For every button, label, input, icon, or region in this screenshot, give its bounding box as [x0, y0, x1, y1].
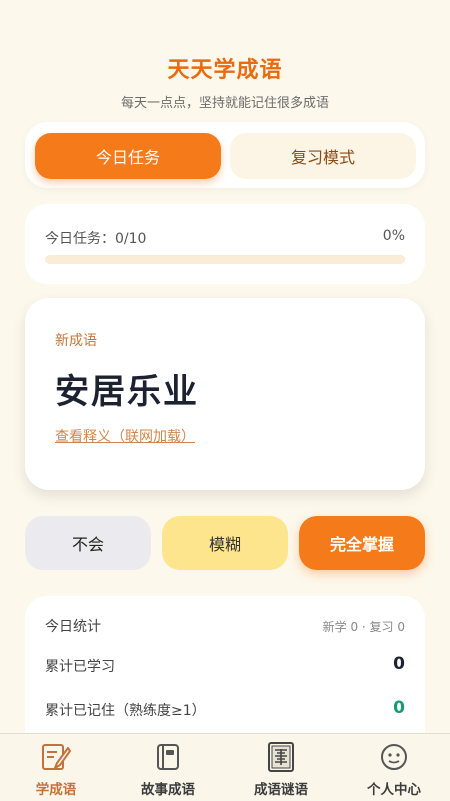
progress-card: 今日任务：0/10 0% [25, 204, 425, 284]
progress-bar [45, 255, 405, 264]
progress-label: 今日任务：0/10 [45, 231, 147, 247]
new-idiom-tag: 新成语 [55, 333, 97, 349]
idiom-text: 安居乐业 [55, 372, 199, 412]
bottom-tab-bar: 学成语 故事成语 成语谜语 个人中心 [0, 733, 450, 801]
app-title: 天天学成语 [167, 58, 283, 83]
progress-percent: 0% [382, 228, 405, 244]
idiom-card: 新成语 安居乐业 查看释义（联网加载） [25, 298, 425, 490]
tab-idiom-riddles[interactable]: 成语谜语 [225, 734, 337, 801]
stats-summary: 新学 0 · 复习 0 [322, 620, 405, 634]
stats-learned-value: 0 [393, 654, 405, 674]
review-mode-tab[interactable]: 复习模式 [230, 133, 416, 179]
mode-switcher: 今日任务 复习模式 [25, 122, 425, 188]
stats-learned-label: 累计已学习 [45, 659, 115, 675]
app-subtitle: 每天一点点，坚持就能记住很多成语 [120, 96, 329, 111]
tab-story-idioms-label: 故事成语 [141, 782, 195, 798]
today-task-tab[interactable]: 今日任务 [35, 133, 221, 179]
tab-learn-idioms[interactable]: 学成语 [0, 734, 112, 801]
smiley-face-icon [381, 744, 407, 770]
book-icon [157, 744, 179, 770]
stats-card: 今日统计 新学 0 · 复习 0 累计已学习 0 累计已记住（熟练度≥1） 0 [25, 596, 425, 756]
header: 天天学成语 每天一点点，坚持就能记住很多成语 [0, 52, 450, 111]
pencil-note-icon [42, 744, 71, 770]
view-meaning-link[interactable]: 查看释义（联网加载） [55, 426, 195, 446]
tab-profile-label: 个人中心 [367, 782, 421, 798]
tab-profile[interactable]: 个人中心 [338, 734, 450, 801]
dont-know-button[interactable]: 不会 [25, 516, 151, 570]
tab-idiom-riddles-label: 成语谜语 [254, 782, 308, 798]
stats-title: 今日统计 [45, 619, 101, 635]
stats-remembered-label: 累计已记住（熟练度≥1） [45, 703, 206, 719]
tab-story-idioms[interactable]: 故事成语 [112, 734, 224, 801]
fuzzy-button[interactable]: 模糊 [162, 516, 288, 570]
mastered-button[interactable]: 完全掌握 [299, 516, 425, 570]
riddle-seal-icon [268, 742, 294, 772]
tab-learn-idioms-label: 学成语 [35, 782, 77, 798]
stats-remembered-value: 0 [393, 698, 405, 718]
